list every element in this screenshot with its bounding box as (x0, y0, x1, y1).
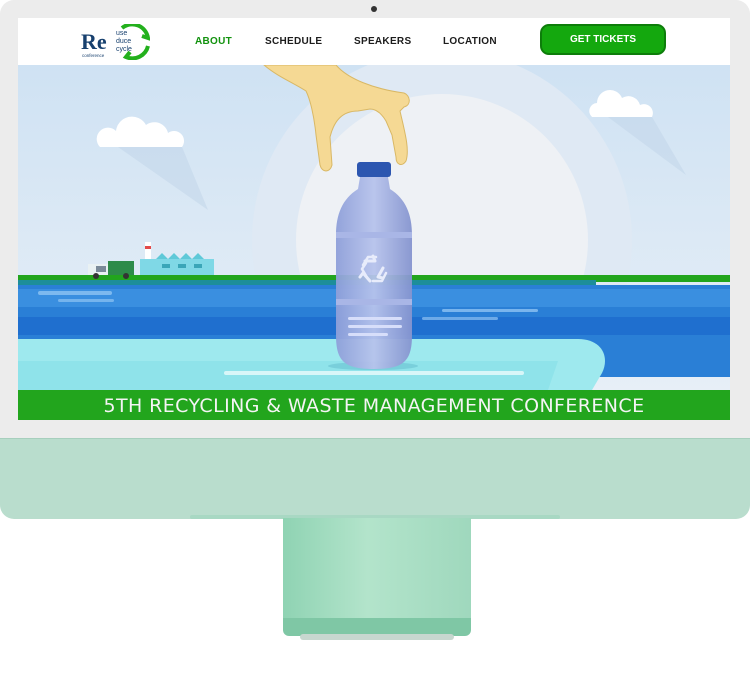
nav-schedule-link[interactable]: SCHEDULE (265, 36, 322, 47)
reduce-reuse-recycle-logo[interactable]: Re use duce cycle conference (78, 24, 150, 60)
logo-sub-text: conference (82, 53, 105, 58)
nav-about-link[interactable]: ABOUT (195, 36, 232, 47)
get-tickets-button[interactable]: GET TICKETS (540, 24, 666, 55)
website-screen: Re use duce cycle conference ABOUT SCHED… (18, 18, 730, 420)
logo-line-1: use (116, 30, 127, 37)
monitor-chin (0, 438, 750, 519)
hero-section: 5TH RECYCLING & WASTE MANAGEMENT CONFERE… (18, 50, 730, 420)
nav-speakers-link[interactable]: SPEAKERS (354, 36, 411, 47)
top-navbar: Re use duce cycle conference ABOUT SCHED… (18, 18, 730, 65)
stand-shadow (300, 634, 454, 640)
monitor-stand (283, 518, 471, 628)
hero-headline: 5TH RECYCLING & WASTE MANAGEMENT CONFERE… (103, 395, 645, 417)
logo-line-3: cycle (116, 46, 132, 53)
conference-banner: 5TH RECYCLING & WASTE MANAGEMENT CONFERE… (18, 390, 730, 420)
nav-location-link[interactable]: LOCATION (443, 36, 497, 47)
logo-main-text: Re (81, 29, 107, 54)
logo-line-2: duce (116, 38, 131, 45)
camera-icon (371, 6, 377, 12)
hero-illustration (18, 50, 730, 420)
